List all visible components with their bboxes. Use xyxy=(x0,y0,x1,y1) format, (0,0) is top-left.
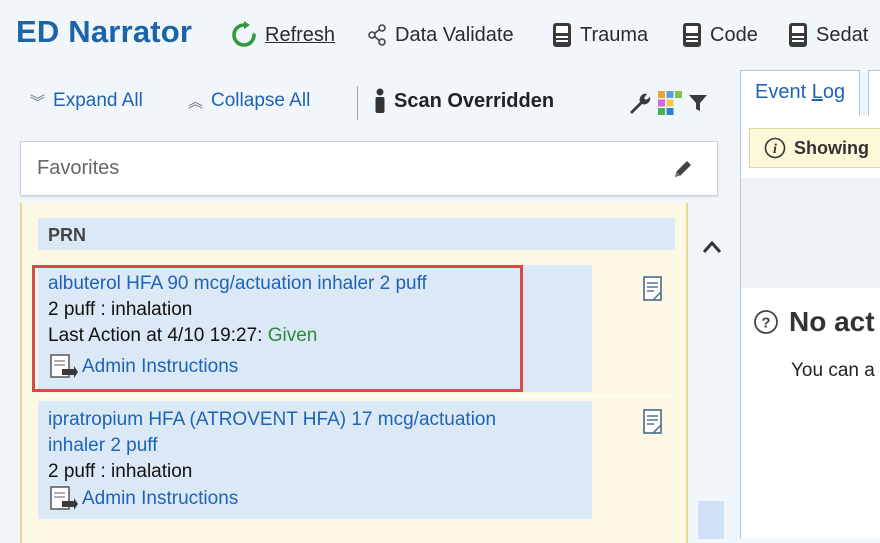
tab-next[interactable] xyxy=(868,70,880,116)
trauma-button[interactable]: Trauma xyxy=(550,22,648,48)
admin-instructions-link[interactable]: Admin Instructions xyxy=(48,353,582,381)
med-name-line2[interactable]: inhaler 2 puff xyxy=(48,433,582,459)
wrench-icon[interactable] xyxy=(627,91,653,115)
event-log-pane: Event Log i Showing ? No act You can a xyxy=(728,70,880,539)
svg-text:i: i xyxy=(773,142,777,157)
favorites-bar[interactable]: Favorites xyxy=(20,141,718,196)
data-validate-button[interactable]: Data Validate xyxy=(367,22,514,48)
question-icon: ? xyxy=(753,309,779,335)
expand-all-button[interactable]: ︾ Expand All xyxy=(30,90,143,112)
med-item-ipratropium[interactable]: ipratropium HFA (ATROVENT HFA) 17 mcg/ac… xyxy=(38,401,592,519)
sedation-label: Sedat xyxy=(816,23,869,46)
pencil-icon[interactable] xyxy=(671,157,695,186)
color-grid-icon[interactable] xyxy=(657,90,683,116)
filter-strip xyxy=(741,178,880,288)
scan-overridden-label: Scan Overridden xyxy=(394,89,555,112)
person-icon xyxy=(374,88,386,114)
prn-header: PRN xyxy=(38,218,675,250)
toolbar-divider xyxy=(357,86,358,120)
document-icon[interactable] xyxy=(642,276,664,307)
refresh-label: Refresh xyxy=(265,23,336,46)
last-action: Last Action at 4/10 19:27: Given xyxy=(48,323,582,349)
trauma-label: Trauma xyxy=(580,23,649,46)
code-printer-icon xyxy=(680,22,704,48)
code-button[interactable]: Code xyxy=(680,22,758,48)
med-name-line1[interactable]: ipratropium HFA (ATROVENT HFA) 17 mcg/ac… xyxy=(48,407,582,433)
double-chevron-up-icon: ︽ xyxy=(188,93,204,111)
sedation-printer-icon xyxy=(786,22,810,48)
info-banner: i Showing xyxy=(749,128,880,168)
data-validate-label: Data Validate xyxy=(395,23,514,46)
document-icon[interactable] xyxy=(642,409,664,440)
you-can-text: You can a xyxy=(791,360,875,381)
code-label: Code xyxy=(710,23,758,46)
med-separator xyxy=(38,396,675,397)
last-action-prefix: Last Action at 4/10 19:27: xyxy=(48,325,268,346)
no-activity-text: No act xyxy=(789,306,875,337)
tab-event-log-prefix: Event xyxy=(755,81,812,103)
admin-instructions-label: Admin Instructions xyxy=(82,356,239,377)
filter-icon[interactable] xyxy=(687,92,709,114)
prn-med-panel: PRN albuterol HFA 90 mcg/actuation inhal… xyxy=(20,203,688,543)
app-title: ED Narrator xyxy=(16,14,193,49)
admin-instructions-label: Admin Instructions xyxy=(82,488,239,509)
banner-text: Showing xyxy=(794,137,869,158)
medication-pane: ︾ Expand All ︽ Collapse All Scan Overrid… xyxy=(0,70,728,543)
no-activity-heading: ? No act xyxy=(753,306,875,338)
event-log-body: i Showing ? No act You can a xyxy=(740,116,880,539)
med-dose-route: 2 puff : inhalation xyxy=(48,461,193,482)
tab-event-log[interactable]: Event Log xyxy=(740,70,860,116)
actions-bar: ︾ Expand All ︽ Collapse All Scan Overrid… xyxy=(0,70,728,132)
svg-text:?: ? xyxy=(761,315,770,332)
admin-instructions-link[interactable]: Admin Instructions xyxy=(48,485,582,513)
top-toolbar: ED Narrator Refresh Data Validate Trauma… xyxy=(0,0,880,70)
last-action-status: Given xyxy=(267,325,318,346)
expand-all-label: Expand All xyxy=(53,90,143,111)
collapse-all-button[interactable]: ︽ Collapse All xyxy=(188,90,310,112)
sedation-button[interactable]: Sedat xyxy=(786,22,868,48)
trauma-printer-icon xyxy=(550,22,574,48)
scan-overridden-button[interactable]: Scan Overridden xyxy=(374,88,554,114)
collapse-all-label: Collapse All xyxy=(211,90,311,111)
tab-event-log-accel: L xyxy=(811,81,823,103)
med-dose-route: 2 puff : inhalation xyxy=(48,299,193,320)
refresh-icon xyxy=(229,21,259,49)
chevron-up-icon[interactable] xyxy=(702,240,722,259)
refresh-button[interactable]: Refresh xyxy=(229,21,336,49)
favorites-label: Favorites xyxy=(37,157,120,179)
tool-icons xyxy=(627,90,709,116)
admin-instructions-icon xyxy=(48,353,78,381)
share-nodes-icon xyxy=(367,23,389,47)
med-item-albuterol[interactable]: albuterol HFA 90 mcg/actuation inhaler 2… xyxy=(38,265,592,392)
info-icon: i xyxy=(764,137,786,159)
admin-instructions-icon xyxy=(48,485,78,513)
tab-event-log-suffix: og xyxy=(822,81,846,103)
double-chevron-down-icon: ︾ xyxy=(30,93,46,111)
scroll-thumb[interactable] xyxy=(698,501,724,539)
med-name-link[interactable]: albuterol HFA 90 mcg/actuation inhaler 2… xyxy=(48,271,582,297)
scrollbar[interactable] xyxy=(694,232,728,539)
